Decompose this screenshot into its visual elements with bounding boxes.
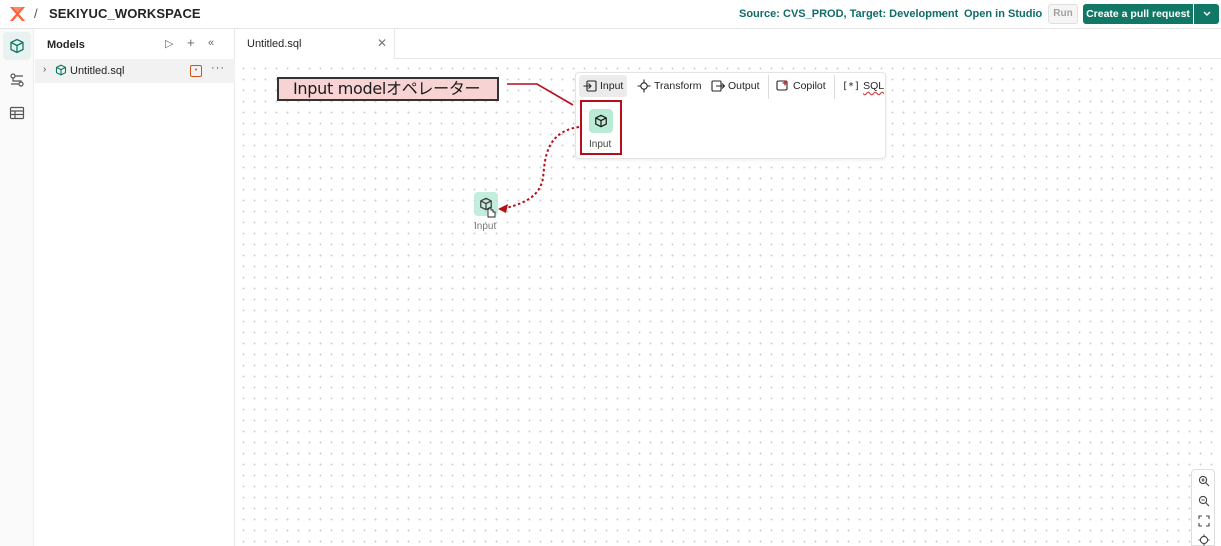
input-operator-item-label: Input [589,139,612,150]
input-operator-label: Input [600,80,624,92]
add-model-icon[interactable]: + [187,35,195,50]
copilot-tab[interactable]: Copilot [772,75,830,97]
create-pull-request-button[interactable]: Create a pull request [1083,4,1193,24]
dragged-node-label: Input [474,221,497,232]
transform-settings-icon [10,73,24,87]
cube-icon [10,38,24,54]
copilot-icon [776,79,789,91]
output-operator-label: Output [728,80,760,92]
models-panel: Models ▷ + « › Untitled.sql • ··· [35,29,235,546]
chevron-right-icon[interactable]: › [43,64,46,75]
more-options-icon[interactable]: ··· [211,62,225,74]
input-node-tile [589,109,613,133]
sql-tab[interactable]: [*] SQL [838,75,888,97]
copilot-label: Copilot [793,80,826,92]
tab-label: Untitled.sql [247,38,302,50]
zoom-controls [1191,469,1215,546]
breadcrumb-separator: / [34,6,38,21]
output-operator-tab[interactable]: Output [707,75,764,97]
output-arrow-icon [711,80,725,92]
tables-nav-button[interactable] [8,104,26,122]
toolbar-divider [768,75,769,99]
pull-request-dropdown-button[interactable] [1194,4,1219,24]
model-name: Untitled.sql [70,65,125,77]
transform-icon [637,79,651,93]
zoom-in-icon[interactable] [1197,474,1211,488]
left-rail [0,29,34,546]
model-list-item[interactable]: › Untitled.sql • ··· [35,59,235,83]
center-view-icon[interactable] [1197,533,1211,546]
run-button[interactable]: Run [1048,4,1078,24]
input-arrow-icon [583,80,597,92]
transform-operator-label: Transform [654,80,702,92]
transform-operator-tab[interactable]: Transform [633,75,705,97]
input-operator-item[interactable]: Input [580,100,622,155]
input-operator-tab[interactable]: Input [579,75,628,97]
fit-view-icon[interactable] [1197,514,1211,528]
top-bar: / SEKIYUC_WORKSPACE Source: CVS_PROD, Ta… [0,0,1221,29]
models-panel-title: Models [47,39,85,51]
close-icon[interactable]: ✕ [377,36,387,50]
workspace-name[interactable]: SEKIYUC_WORKSPACE [49,6,201,21]
run-model-icon[interactable]: ▷ [165,37,173,50]
app-logo-icon[interactable] [8,5,26,23]
unsaved-badge-icon: • [190,65,202,77]
table-icon [9,106,25,120]
tab-untitled-sql[interactable]: Untitled.sql ✕ [236,29,395,59]
annotation-callout: Input modelオペレーター [277,77,499,101]
chevron-down-icon[interactable]: ⌄ [938,7,946,18]
collapse-panel-icon[interactable]: « [208,37,214,49]
transforms-nav-button[interactable] [8,71,26,89]
chevron-down-icon [1203,11,1210,16]
zoom-out-icon[interactable] [1197,494,1211,508]
editor-tab-bar: Untitled.sql ✕ [236,29,1221,59]
sql-brackets-icon: [*] [842,80,861,92]
cube-icon [595,114,607,128]
open-in-studio-link[interactable]: Open in Studio [964,8,1042,20]
sql-label: SQL [863,80,885,92]
models-nav-button[interactable] [3,32,31,60]
toolbar-divider [834,75,835,99]
cube-icon [55,64,67,76]
drag-cursor-icon [487,207,496,218]
source-target-selector[interactable]: Source: CVS_PROD, Target: Development [739,8,958,20]
